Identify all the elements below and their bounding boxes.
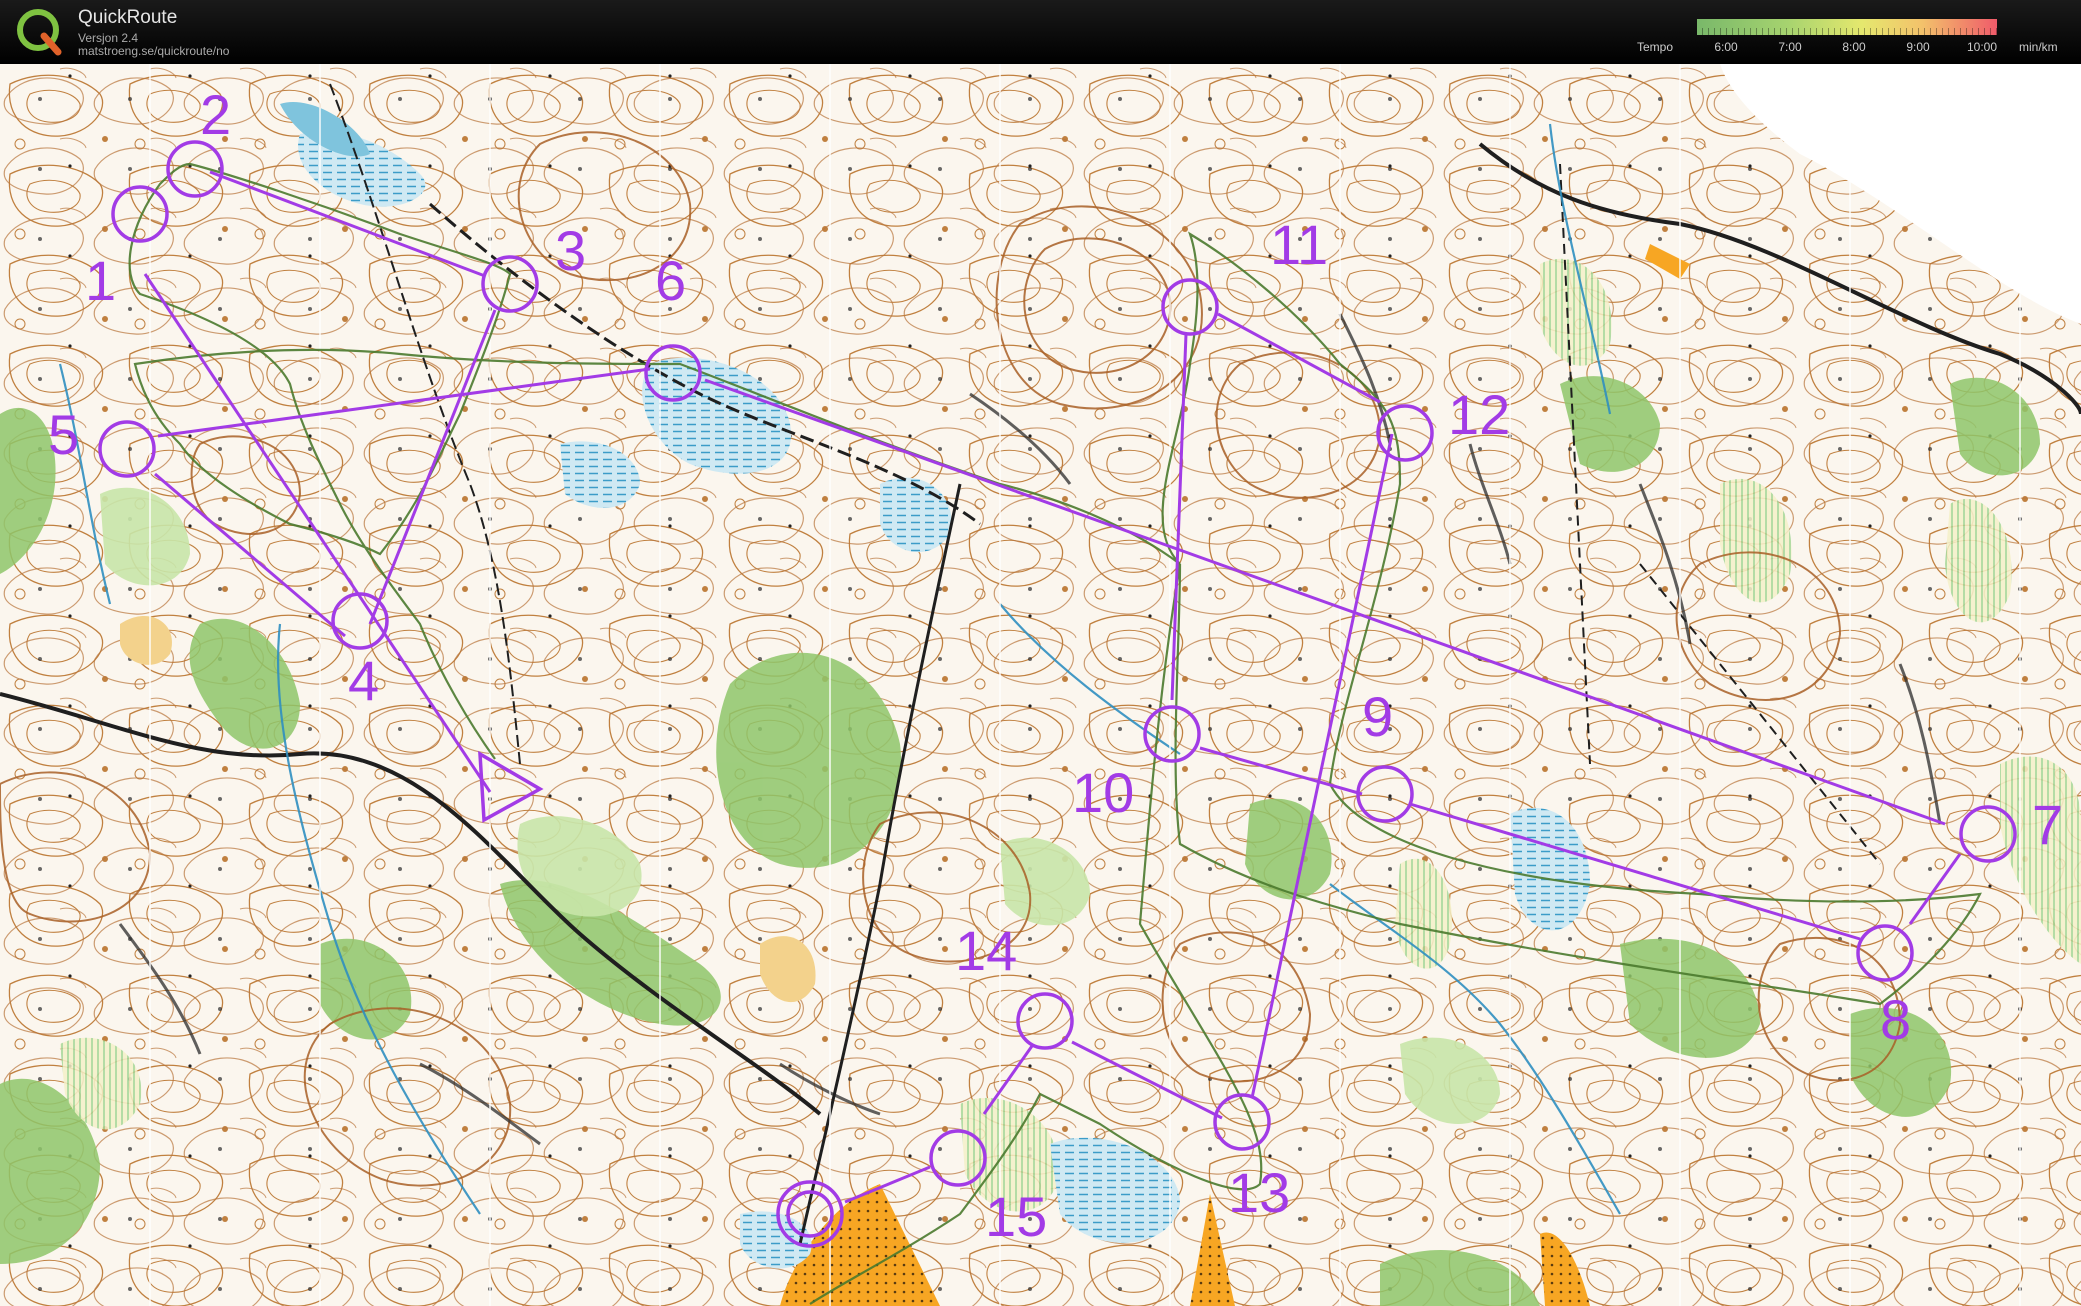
- control-number-5: 5: [48, 403, 79, 466]
- tempo-tick-label: 6:00: [1714, 40, 1738, 54]
- control-number-15: 15: [985, 1185, 1047, 1248]
- control-number-7: 7: [2032, 793, 2063, 856]
- orienteering-map[interactable]: 1 2 3 4 5 6 7 8 9 10 11 12 13 14 15: [0, 64, 2081, 1306]
- control-number-13: 13: [1228, 1161, 1290, 1224]
- control-number-1: 1: [85, 249, 116, 312]
- tempo-tick-label: 10:00: [1966, 40, 1998, 54]
- control-number-14: 14: [955, 919, 1017, 982]
- control-number-3: 3: [555, 219, 586, 282]
- control-number-11: 11: [1270, 213, 1328, 276]
- contour-texture: [0, 64, 2081, 1306]
- app-url: matstroeng.se/quickroute/no: [78, 44, 230, 58]
- tempo-label: Tempo: [1637, 40, 1674, 54]
- quickroute-window: QuickRoute Versjon 2.4 matstroeng.se/qui…: [0, 0, 2081, 1306]
- control-number-12: 12: [1448, 383, 1510, 446]
- title-bar: QuickRoute Versjon 2.4 matstroeng.se/qui…: [0, 0, 2081, 64]
- control-number-10: 10: [1072, 761, 1134, 824]
- tempo-tick-label: 8:00: [1842, 40, 1866, 54]
- control-number-2: 2: [200, 83, 231, 146]
- app-version: Versjon 2.4: [78, 31, 139, 45]
- map-canvas[interactable]: 1 2 3 4 5 6 7 8 9 10 11 12 13 14 15: [0, 64, 2081, 1306]
- app-title: QuickRoute: [78, 7, 178, 28]
- control-number-6: 6: [655, 249, 686, 312]
- control-number-4: 4: [348, 649, 379, 712]
- control-number-8: 8: [1880, 988, 1911, 1051]
- tempo-unit: min/km: [2019, 40, 2058, 54]
- quickroute-logo-icon: [17, 9, 62, 56]
- tempo-tick-label: 9:00: [1906, 40, 1930, 54]
- tempo-tick-label: 7:00: [1778, 40, 1802, 54]
- control-number-9: 9: [1362, 685, 1393, 748]
- tempo-color-scale: [1697, 19, 1997, 35]
